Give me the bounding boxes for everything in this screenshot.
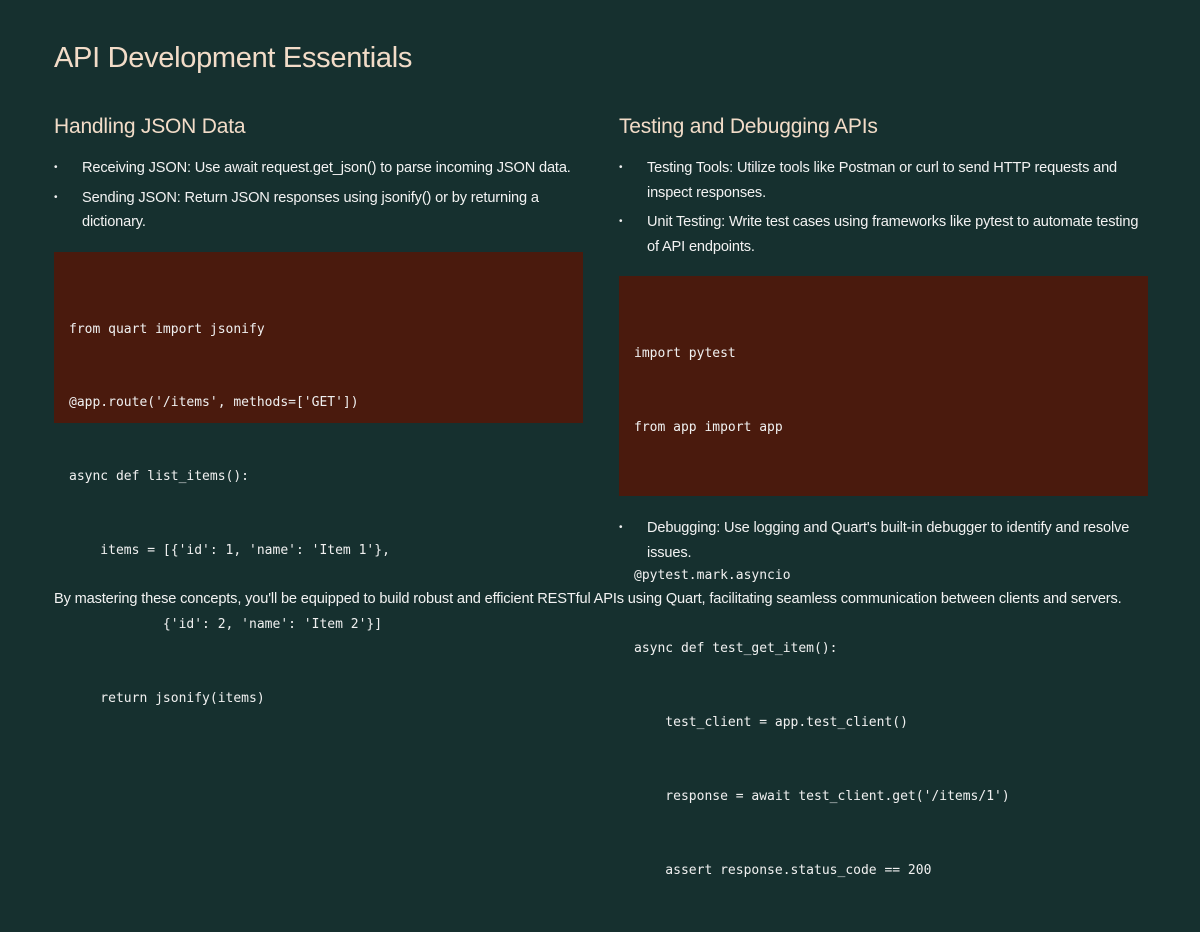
bullet-icon: • bbox=[54, 162, 58, 173]
code-line: items = [{'id': 1, 'name': 'Item 1'}, bbox=[69, 543, 390, 559]
bullet-icon: • bbox=[619, 162, 623, 173]
bullet-text: Unit Testing: Write test cases using fra… bbox=[647, 214, 1139, 255]
code-block-json: from quart import jsonify @app.route('/i… bbox=[54, 251, 583, 706]
right-column: Testing and Debugging APIs • Testing Too… bbox=[619, 112, 1148, 878]
bullet-icon: • bbox=[619, 522, 623, 533]
left-heading: Handling JSON Data bbox=[54, 115, 246, 138]
bullet-icon: • bbox=[619, 216, 623, 227]
left-column: Handling JSON Data • Receiving JSON: Use… bbox=[54, 112, 583, 706]
list-item: • Testing Tools: Utilize tools like Post… bbox=[619, 156, 1147, 205]
code-line: @pytest.mark.asyncio bbox=[634, 567, 791, 583]
right-after-bullet-list: • Debugging: Use logging and Quart's bui… bbox=[619, 516, 1147, 565]
code-line: async def list_items(): bbox=[69, 469, 250, 485]
code-line: assert response.status_code == 200 bbox=[634, 862, 932, 878]
code-line: from app import app bbox=[634, 419, 783, 435]
code-line: return jsonify(items) bbox=[69, 690, 265, 706]
right-heading: Testing and Debugging APIs bbox=[619, 115, 878, 138]
code-line: {'id': 2, 'name': 'Item 2'}] bbox=[69, 616, 383, 632]
list-item: • Unit Testing: Write test cases using f… bbox=[619, 210, 1147, 259]
slide-title: API Development Essentials bbox=[54, 42, 413, 74]
slide: API Development Essentials Handling JSON… bbox=[0, 0, 1200, 878]
list-item: • Sending JSON: Return JSON responses us… bbox=[54, 186, 582, 235]
left-bullet-list: • Receiving JSON: Use await request.get_… bbox=[54, 156, 582, 235]
code-line: test_client = app.test_client() bbox=[634, 715, 908, 731]
bullet-text: Receiving JSON: Use await request.get_js… bbox=[82, 160, 571, 176]
code-block-pytest: import pytest from app import app @pytes… bbox=[619, 276, 1148, 878]
bullet-text: Testing Tools: Utilize tools like Postma… bbox=[647, 160, 1118, 201]
bullet-text: Debugging: Use logging and Quart's built… bbox=[647, 520, 1130, 561]
code-line: response = await test_client.get('/items… bbox=[634, 788, 1010, 804]
code-line: import pytest bbox=[634, 346, 736, 362]
code-line: from quart import jsonify bbox=[69, 321, 265, 337]
bullet-icon: • bbox=[54, 191, 58, 203]
bullet-text: Sending JSON: Return JSON responses usin… bbox=[82, 189, 539, 231]
code-line: async def test_get_item(): bbox=[634, 641, 838, 657]
list-item: • Receiving JSON: Use await request.get_… bbox=[54, 156, 582, 181]
footer-summary: By mastering these concepts, you'll be e… bbox=[54, 591, 1122, 607]
right-bullet-list: • Testing Tools: Utilize tools like Post… bbox=[619, 156, 1147, 259]
list-item: • Debugging: Use logging and Quart's bui… bbox=[619, 516, 1147, 565]
code-line: @app.route('/items', methods=['GET']) bbox=[69, 395, 359, 411]
